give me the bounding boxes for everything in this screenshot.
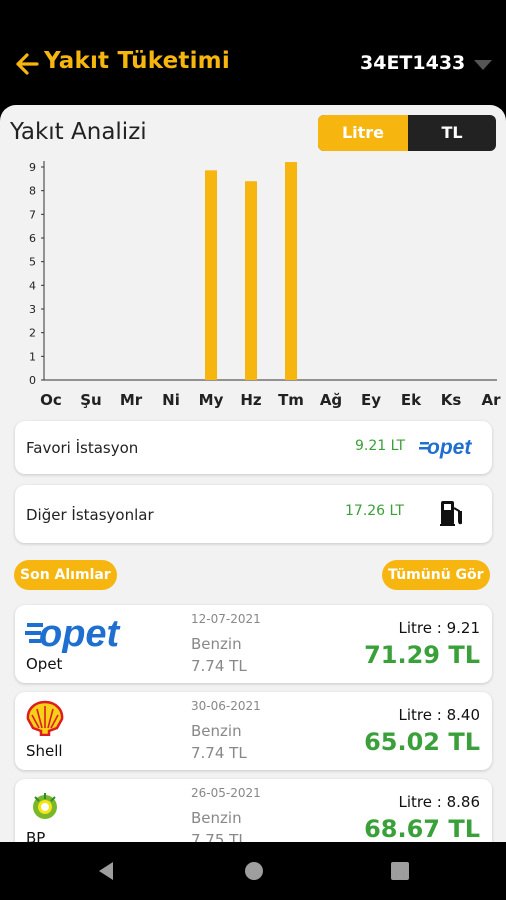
purchase-date: 30-06-2021 [191,699,261,713]
app-header: Yakıt Tüketimi 34ET1433 [0,0,506,108]
y-tick-label: 7 [29,208,36,221]
analysis-title: Yakıt Analizi [10,119,147,145]
content-panel: Yakıt Analizi Litre TL 0 1 2 3 4 5 6 7 8 9 Oc Şu Mr N… [0,105,506,842]
x-tick-label: Ni [162,391,180,409]
other-stations-card[interactable]: Diğer İstasyonlar 17.26 LT [15,485,492,543]
x-tick-label: Şu [80,391,101,409]
x-tick-label: Ey [361,391,381,409]
purchase-litre: Litre : 9.21 [398,619,480,637]
purchase-date: 12-07-2021 [191,612,261,626]
system-nav-bar [0,842,506,900]
nav-recents-icon[interactable] [389,860,411,882]
purchase-brand: BP [26,829,46,842]
favorite-station-card[interactable]: Favori İstasyon 9.21 LT opet [15,421,492,474]
nav-back-icon[interactable] [95,860,117,882]
y-tick-label: 8 [29,185,36,198]
svg-text:opet: opet [39,613,121,653]
fuel-pump-icon [440,501,462,526]
vehicle-plate-selector[interactable]: 34ET1433 [360,52,465,74]
opet-logo: opet [419,436,472,459]
x-tick-label: Mr [120,391,143,409]
purchase-total: 68.67 TL [364,815,480,842]
purchase-fuel-type: Benzin [191,809,242,827]
shell-logo [26,700,64,736]
dropdown-caret-icon[interactable] [474,60,492,70]
bar [285,162,297,380]
toggle-tl[interactable]: TL [408,115,496,151]
purchase-total: 65.02 TL [364,728,480,756]
y-tick-label: 6 [29,232,36,245]
x-tick-label: Hz [240,391,262,409]
fuel-bar-chart: 0 1 2 3 4 5 6 7 8 9 Oc Şu Mr Ni My Hz Tm Ağ Ey Ek Ks Ar [29,161,501,409]
x-tick-label: Ek [401,391,422,409]
purchase-unit-price: 7.74 TL [191,657,247,675]
bp-logo [33,793,57,819]
x-tick-label: Ar [481,391,501,409]
page-title: Yakıt Tüketimi [44,48,230,74]
purchase-fuel-type: Benzin [191,635,242,653]
bar [245,181,257,380]
favorite-station-label: Favori İstasyon [26,439,139,457]
other-stations-value: 17.26 LT [345,503,404,519]
bar [205,170,217,380]
y-tick-label: 3 [29,303,36,316]
recent-purchases-label: Son Alımlar [14,560,117,590]
y-tick-label: 4 [29,279,36,292]
purchase-card[interactable]: BP 26-05-2021 Benzin 7.75 TL Litre : 8.8… [15,779,492,842]
y-tick-label: 5 [29,256,36,269]
purchase-card[interactable]: opet Opet 12-07-2021 Benzin 7.74 TL Litr… [15,605,492,683]
svg-text:opet: opet [427,436,472,459]
y-tick-label: 2 [29,327,36,340]
unit-toggle[interactable]: Litre TL [318,115,496,151]
x-tick-label: My [199,391,224,409]
x-tick-label: Oc [40,391,62,409]
purchase-card[interactable]: Shell 30-06-2021 Benzin 7.74 TL Litre : … [15,692,492,770]
nav-home-icon[interactable] [243,860,265,882]
purchase-fuel-type: Benzin [191,722,242,740]
x-tick-label: Ağ [320,391,342,409]
purchase-litre: Litre : 8.86 [398,793,480,811]
back-arrow-icon[interactable] [12,50,40,78]
purchase-brand: Opet [26,655,63,673]
toggle-litre[interactable]: Litre [318,115,408,151]
purchase-date: 26-05-2021 [191,786,261,800]
x-tick-label: Tm [278,391,304,409]
y-tick-label: 0 [29,374,36,387]
purchase-total: 71.29 TL [364,641,480,669]
opet-logo: opet [25,613,121,653]
purchase-unit-price: 7.75 TL [191,831,247,842]
purchase-brand: Shell [26,742,63,760]
y-tick-label: 9 [29,161,36,174]
y-tick-label: 1 [29,350,36,363]
purchase-unit-price: 7.74 TL [191,744,247,762]
other-stations-label: Diğer İstasyonlar [26,506,154,524]
see-all-button[interactable]: Tümünü Gör [382,560,490,590]
favorite-station-value: 9.21 LT [355,438,406,454]
purchase-litre: Litre : 8.40 [398,706,480,724]
x-tick-label: Ks [441,391,462,409]
